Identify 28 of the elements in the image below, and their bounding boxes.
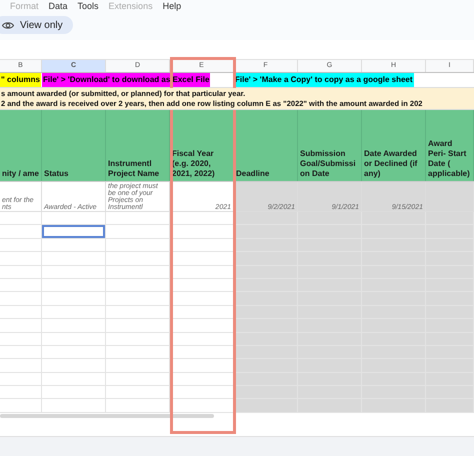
menu-item[interactable]: Data (48, 0, 68, 12)
banner-text: " columns (0, 73, 41, 87)
banner-text: File' > 'Download' to download as Excel File (42, 73, 210, 87)
eye-icon (2, 20, 14, 30)
header-cell: Deadline (236, 169, 270, 179)
menu-item[interactable]: Tools (78, 0, 99, 12)
shaded-cell[interactable] (234, 292, 298, 305)
scrollbar[interactable] (0, 414, 214, 418)
shaded-cell[interactable] (234, 252, 298, 265)
shaded-cell[interactable] (234, 386, 298, 398)
header-cell-text: Date Awarded or Declined (if any) (364, 149, 418, 179)
selected-cell[interactable] (42, 225, 105, 238)
shaded-cell[interactable] (234, 212, 298, 224)
header-cell: Award Peri- Start Date ( applicable) (428, 139, 471, 179)
shaded-cell[interactable] (234, 359, 298, 372)
shaded-cell[interactable] (298, 399, 362, 412)
header-cell: nity / ame (2, 169, 39, 179)
shaded-cell[interactable] (426, 399, 474, 412)
header-cell-text: Instrumentl Project Name (108, 159, 160, 179)
menu-item[interactable]: Help (162, 0, 182, 12)
view-only-button[interactable]: View only (0, 16, 73, 34)
shaded-cell[interactable] (234, 319, 298, 332)
shaded-cell[interactable] (426, 182, 474, 211)
shaded-cell[interactable] (362, 399, 426, 412)
header-cell-text: Submission Goal/Submissi on Date (300, 149, 357, 179)
header-cell: Status (44, 169, 68, 179)
shaded-cell[interactable] (234, 399, 298, 412)
shaded-cell[interactable] (234, 225, 298, 238)
